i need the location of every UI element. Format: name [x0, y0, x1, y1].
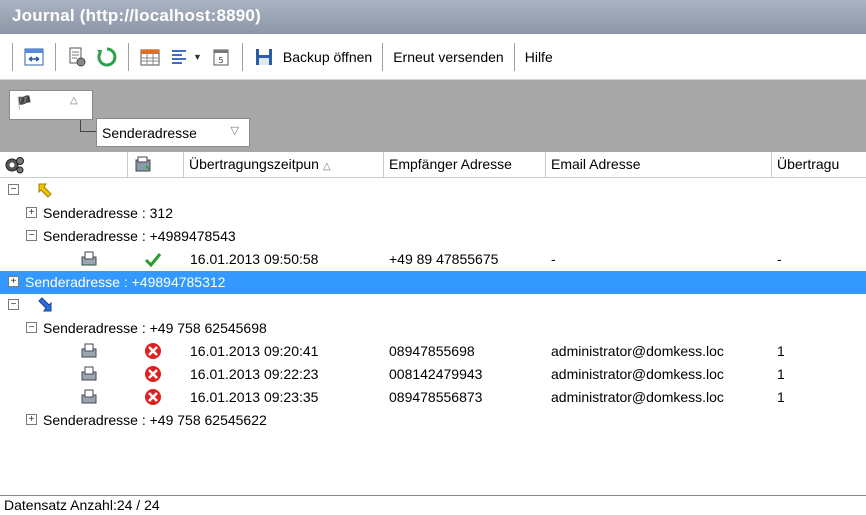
- toolbar-separator: [55, 42, 56, 71]
- filter-list-dropdown[interactable]: ▼: [165, 42, 206, 72]
- error-icon: [145, 343, 161, 359]
- sort-asc-icon: △: [322, 161, 331, 172]
- collapse-icon[interactable]: −: [26, 322, 37, 333]
- column-header-status[interactable]: [128, 152, 184, 178]
- sender-group-row-selected[interactable]: + Senderadresse : +49894785312: [0, 271, 866, 294]
- sender-group-row[interactable]: + Senderadresse : 312: [0, 202, 866, 225]
- toolbar-separator: [513, 42, 515, 71]
- resend-button[interactable]: Erneut versenden: [389, 42, 508, 72]
- direction-group-incoming[interactable]: −: [0, 294, 866, 317]
- direction-group-outgoing[interactable]: −: [0, 179, 866, 202]
- toolbar-separator: [241, 42, 243, 71]
- chevron-down-icon: ▼: [193, 51, 202, 62]
- sender-group-row[interactable]: + Senderadresse : +49 758 62545622: [0, 409, 866, 432]
- error-icon: [145, 366, 161, 382]
- toolbar-separator: [128, 42, 129, 71]
- toolbar-separator: [12, 42, 13, 71]
- checkmark-icon: [144, 253, 162, 268]
- collapse-icon[interactable]: −: [8, 184, 19, 195]
- group-chip-senderadresse[interactable]: Senderadresse ▽: [96, 118, 250, 147]
- print-button[interactable]: [62, 42, 92, 72]
- calendar-grid-icon: [140, 49, 160, 65]
- calendar-grid-button[interactable]: [135, 42, 165, 72]
- columns-button[interactable]: [19, 42, 49, 72]
- resend-label: Erneut versenden: [393, 48, 504, 65]
- svg-text:5: 5: [218, 56, 223, 65]
- status-bar: Datensatz Anzahl:24 / 24: [0, 495, 866, 515]
- expand-icon[interactable]: +: [26, 207, 37, 218]
- group-connector: [80, 120, 96, 132]
- record-count: Datensatz Anzahl:24 / 24: [4, 497, 160, 513]
- group-chip-label: Senderadresse: [102, 125, 197, 141]
- table-row[interactable]: 16.01.2013 09:50:58 +49 89 47855675 - -: [0, 248, 866, 271]
- collapse-icon[interactable]: −: [8, 299, 19, 310]
- fax-icon: [81, 251, 97, 266]
- column-header-transfer-time[interactable]: Übertragungszeitpun △: [184, 152, 384, 178]
- backup-open-button[interactable]: Backup öffnen: [249, 42, 376, 72]
- group-by-panel[interactable]: 🏴 △ Senderadresse ▽: [0, 80, 866, 152]
- backup-open-label: Backup öffnen: [282, 48, 373, 65]
- sort-asc-icon: △: [70, 95, 78, 106]
- fax-icon: [81, 343, 97, 358]
- help-label: Hilfe: [524, 48, 553, 65]
- column-header-transfer[interactable]: Übertragu: [772, 152, 866, 178]
- calendar-button[interactable]: 5: [206, 42, 236, 72]
- expand-icon[interactable]: +: [8, 276, 19, 287]
- table-row[interactable]: 16.01.2013 09:23:35 089478556873 adminis…: [0, 386, 866, 409]
- list-icon: [172, 49, 186, 64]
- table-row[interactable]: 16.01.2013 09:20:41 08947855698 administ…: [0, 340, 866, 363]
- columns-icon: [24, 48, 44, 65]
- save-disk-icon: [255, 48, 272, 65]
- toolbar-separator: [382, 42, 384, 71]
- sender-group-row[interactable]: − Senderadresse : +49 758 62545698: [0, 317, 866, 340]
- outgoing-arrow-icon: [38, 183, 52, 198]
- refresh-button[interactable]: [92, 42, 122, 72]
- expand-icon[interactable]: +: [26, 414, 37, 425]
- group-root-header[interactable]: 🏴 △: [9, 90, 93, 120]
- journal-grid[interactable]: Übertragungszeitpun △ Empfänger Adresse E…: [0, 152, 866, 495]
- help-button[interactable]: Hilfe: [521, 42, 557, 72]
- column-header-type[interactable]: [0, 152, 128, 178]
- sender-group-row[interactable]: − Senderadresse : +4989478543: [0, 225, 866, 248]
- flag-icon: 🏴: [16, 95, 33, 110]
- incoming-arrow-icon: [38, 297, 52, 312]
- toolbar: ▼ 5 Backup öffnen Erneut versenden Hilfe: [0, 34, 866, 80]
- column-header-email[interactable]: Email Adresse: [546, 152, 772, 178]
- grid-header: Übertragungszeitpun △ Empfänger Adresse E…: [0, 152, 866, 178]
- fax-icon: [81, 366, 97, 381]
- sort-desc-icon: ▽: [230, 125, 239, 137]
- column-header-recipient[interactable]: Empfänger Adresse: [384, 152, 546, 178]
- refresh-icon: [97, 47, 117, 66]
- error-icon: [145, 389, 161, 405]
- document-gear-icon: [69, 47, 86, 66]
- calendar-icon: 5: [213, 49, 229, 65]
- gear-cluster-icon: [5, 157, 24, 174]
- fax-icon: [81, 389, 97, 404]
- collapse-icon[interactable]: −: [26, 230, 37, 241]
- fax-status-icon: [135, 156, 151, 172]
- window-title: Journal (http://localhost:8890): [0, 0, 866, 34]
- table-row[interactable]: 16.01.2013 09:22:23 008142479943 adminis…: [0, 363, 866, 386]
